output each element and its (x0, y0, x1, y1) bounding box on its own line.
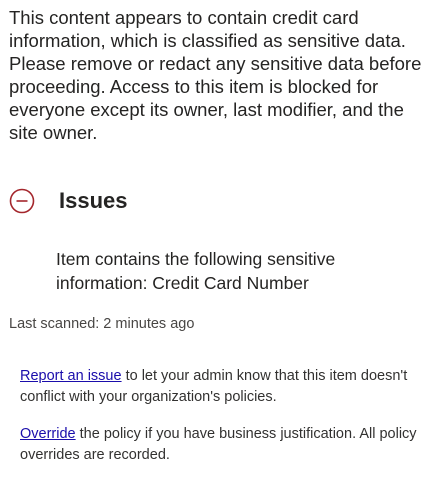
policy-message: This content appears to contain credit c… (9, 7, 422, 143)
issues-title: Issues (59, 188, 128, 213)
override-text: the policy if you have business justific… (20, 426, 417, 463)
override-link[interactable]: Override (20, 426, 76, 442)
last-scanned-label: Last scanned: (9, 316, 100, 332)
report-issue-link[interactable]: Report an issue (20, 368, 122, 384)
policy-tip-panel: This content appears to contain credit c… (0, 0, 440, 485)
report-issue-paragraph: Report an issue to let your admin know t… (20, 366, 430, 408)
issue-detail: Item contains the following sensitive in… (56, 249, 336, 293)
issues-section-header[interactable]: Issues (9, 185, 128, 217)
last-scanned: Last scanned: 2 minutes ago (9, 315, 194, 333)
override-paragraph: Override the policy if you have business… (20, 424, 430, 466)
last-scanned-value: 2 minutes ago (103, 316, 195, 332)
collapse-minus-icon[interactable] (9, 188, 35, 214)
